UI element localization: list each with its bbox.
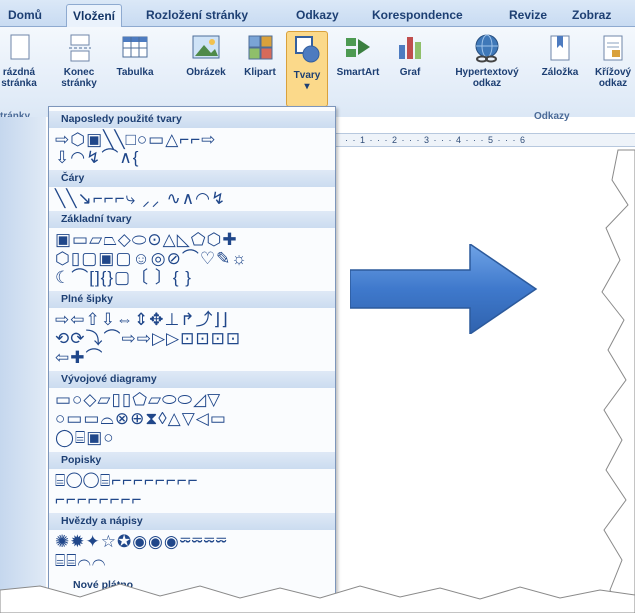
torn-edge-overlay [0, 149, 635, 613]
word-window: Domů Vložení Rozložení stránky Odkazy Ko… [0, 0, 635, 613]
